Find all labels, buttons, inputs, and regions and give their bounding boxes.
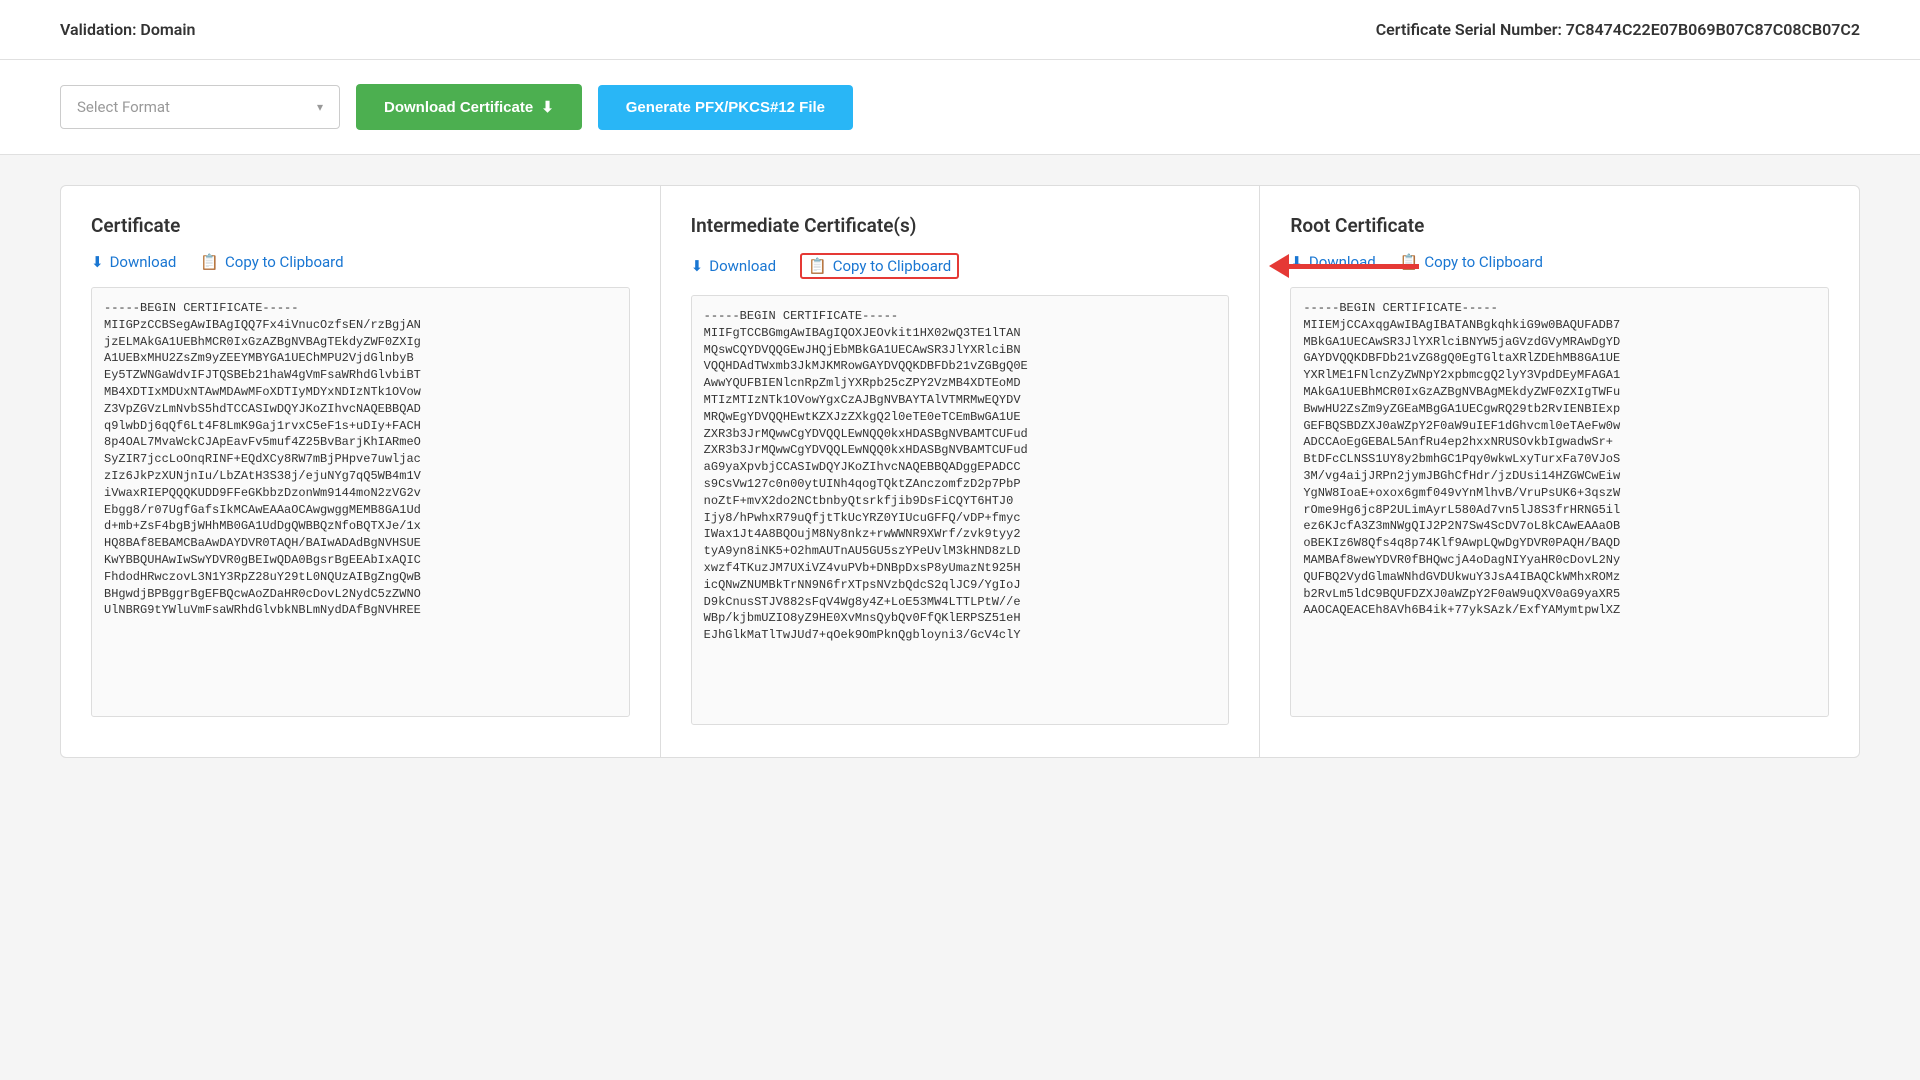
cert-content-1[interactable] (691, 295, 1230, 725)
chevron-down-icon: ▾ (317, 100, 323, 114)
cert-actions-1: ⬇ Download 📋 Copy to Clipboard (691, 253, 1230, 279)
cert-actions-0: ⬇ Download 📋 Copy to Clipboard (91, 253, 630, 271)
cert-card-title-1: Intermediate Certificate(s) (691, 214, 1230, 237)
format-select-label: Select Format (77, 98, 170, 116)
copy-link-1[interactable]: 📋 Copy to Clipboard (800, 253, 959, 279)
cert-card-1: Intermediate Certificate(s) ⬇ Download 📋 C… (661, 186, 1261, 757)
cert-card-0: Certificate ⬇ Download 📋 Copy to Clipboard (61, 186, 661, 757)
download-icon-0: ⬇ (91, 253, 104, 271)
cert-content-0[interactable] (91, 287, 630, 717)
download-cert-label: Download Certificate (384, 99, 533, 116)
copy-link-0[interactable]: 📋 Copy to Clipboard (200, 253, 343, 271)
download-icon-1: ⬇ (691, 257, 704, 275)
top-bar: Validation: Domain Certificate Serial Nu… (0, 0, 1920, 60)
copy-link-2[interactable]: 📋 Copy to Clipboard (1400, 253, 1543, 271)
toolbar: Select Format ▾ Download Certificate ⬇ G… (0, 60, 1920, 155)
cert-card-title-0: Certificate (91, 214, 630, 237)
format-select[interactable]: Select Format ▾ (60, 85, 340, 129)
certificates-container: Certificate ⬇ Download 📋 Copy to Clipboard… (60, 185, 1860, 758)
cert-card-title-2: Root Certificate (1290, 214, 1829, 237)
serial-info: Certificate Serial Number: 7C8474C22E07B… (1376, 20, 1860, 39)
download-link-1[interactable]: ⬇ Download (691, 257, 776, 275)
main-content: Certificate ⬇ Download 📋 Copy to Clipboard… (0, 155, 1920, 788)
validation-value: Domain (140, 20, 195, 39)
cert-content-2[interactable] (1290, 287, 1829, 717)
download-link-0[interactable]: ⬇ Download (91, 253, 176, 271)
clipboard-icon-0: 📋 (200, 253, 219, 271)
arrow-head-icon (1269, 254, 1289, 278)
validation-info: Validation: Domain (60, 20, 195, 39)
serial-value: 7C8474C22E07B069B07C87C08CB07C2 (1566, 20, 1860, 39)
download-certificate-button[interactable]: Download Certificate ⬇ (356, 84, 582, 130)
arrow-line (1289, 264, 1419, 269)
arrow-indicator (1269, 254, 1419, 278)
validation-label: Validation: (60, 20, 136, 39)
clipboard-icon-1: 📋 (808, 257, 827, 275)
generate-pfx-label: Generate PFX/PKCS#12 File (626, 99, 825, 116)
serial-label: Certificate Serial Number: (1376, 20, 1562, 39)
download-icon: ⬇ (541, 98, 554, 116)
generate-pfx-button[interactable]: Generate PFX/PKCS#12 File (598, 85, 853, 130)
